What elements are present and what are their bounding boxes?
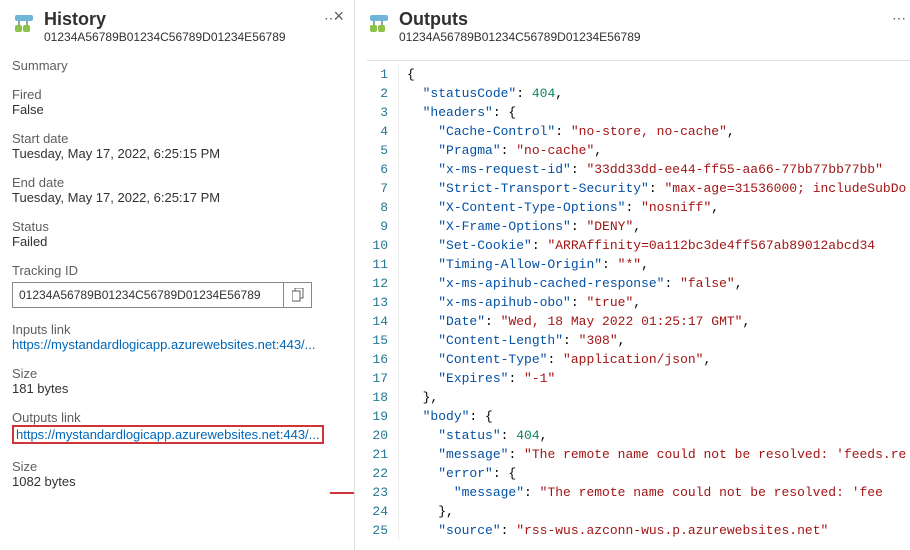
json-line: 16 "Content-Type": "application/json",	[367, 350, 910, 369]
json-line: 3 "headers": {	[367, 103, 910, 122]
line-number: 14	[367, 312, 399, 331]
line-number: 13	[367, 293, 399, 312]
line-number: 22	[367, 464, 399, 483]
line-number: 23	[367, 483, 399, 502]
line-number: 1	[367, 65, 399, 84]
json-line: 24 },	[367, 502, 910, 521]
outputs-link[interactable]: https://mystandardlogicapp.azurewebsites…	[16, 427, 320, 442]
outputs-size-value: 1082 bytes	[12, 474, 342, 489]
line-number: 19	[367, 407, 399, 426]
json-line: 22 "error": {	[367, 464, 910, 483]
json-line: 13 "x-ms-apihub-obo": "true",	[367, 293, 910, 312]
line-number: 2	[367, 84, 399, 103]
outputs-size-label: Size	[12, 459, 342, 474]
close-icon[interactable]: ×	[333, 6, 344, 27]
fired-label: Fired	[12, 87, 342, 102]
tracking-id-field	[12, 282, 312, 308]
inputs-size-value: 181 bytes	[12, 381, 342, 396]
tracking-id-label: Tracking ID	[12, 263, 342, 278]
outputs-link-label: Outputs link	[12, 410, 342, 425]
line-number: 20	[367, 426, 399, 445]
outputs-pane: Outputs 01234A56789B01234C56789D01234E56…	[355, 0, 910, 550]
history-title: History	[44, 8, 312, 30]
inputs-link[interactable]: https://mystandardlogicapp.azurewebsites…	[12, 337, 342, 352]
line-number: 25	[367, 521, 399, 540]
json-line: 7 "Strict-Transport-Security": "max-age=…	[367, 179, 910, 198]
line-number: 11	[367, 255, 399, 274]
line-number: 4	[367, 122, 399, 141]
line-number: 6	[367, 160, 399, 179]
json-line: 8 "X-Content-Type-Options": "nosniff",	[367, 198, 910, 217]
json-line: 15 "Content-Length": "308",	[367, 331, 910, 350]
json-line: 1{	[367, 65, 910, 84]
summary-label: Summary	[12, 58, 342, 73]
inputs-size-label: Size	[12, 366, 342, 381]
outputs-title: Outputs	[399, 8, 880, 30]
json-line: 6 "x-ms-request-id": "33dd33dd-ee44-ff55…	[367, 160, 910, 179]
annotation-arrow-icon	[330, 486, 355, 500]
json-line: 5 "Pragma": "no-cache",	[367, 141, 910, 160]
line-number: 17	[367, 369, 399, 388]
line-number: 16	[367, 350, 399, 369]
line-number: 10	[367, 236, 399, 255]
json-line: 2 "statusCode": 404,	[367, 84, 910, 103]
copy-icon[interactable]	[283, 283, 311, 307]
json-line: 9 "X-Frame-Options": "DENY",	[367, 217, 910, 236]
start-date-label: Start date	[12, 131, 342, 146]
json-viewer[interactable]: 1{2 "statusCode": 404,3 "headers": {4 "C…	[367, 60, 910, 550]
json-line: 17 "Expires": "-1"	[367, 369, 910, 388]
line-number: 21	[367, 445, 399, 464]
end-date-label: End date	[12, 175, 342, 190]
outputs-guid: 01234A56789B01234C56789D01234E56789	[399, 30, 880, 44]
line-number: 7	[367, 179, 399, 198]
history-guid: 01234A56789B01234C56789D01234E56789	[44, 30, 312, 44]
line-number: 15	[367, 331, 399, 350]
json-line: 4 "Cache-Control": "no-store, no-cache",	[367, 122, 910, 141]
json-line: 25 "source": "rss-wus.azconn-wus.p.azure…	[367, 521, 910, 540]
json-line: 14 "Date": "Wed, 18 May 2022 01:25:17 GM…	[367, 312, 910, 331]
inputs-link-label: Inputs link	[12, 322, 342, 337]
line-number: 3	[367, 103, 399, 122]
json-line: 11 "Timing-Allow-Origin": "*",	[367, 255, 910, 274]
json-line: 23 "message": "The remote name could not…	[367, 483, 910, 502]
tracking-id-input[interactable]	[13, 288, 283, 302]
line-number: 5	[367, 141, 399, 160]
json-line: 10 "Set-Cookie": "ARRAffinity=0a112bc3de…	[367, 236, 910, 255]
workflow-icon	[12, 12, 36, 36]
line-number: 24	[367, 502, 399, 521]
line-number: 9	[367, 217, 399, 236]
workflow-icon	[367, 12, 391, 36]
line-number: 12	[367, 274, 399, 293]
status-value: Failed	[12, 234, 342, 249]
line-number: 18	[367, 388, 399, 407]
json-line: 18 },	[367, 388, 910, 407]
json-line: 12 "x-ms-apihub-cached-response": "false…	[367, 274, 910, 293]
outputs-link-highlight: https://mystandardlogicapp.azurewebsites…	[12, 425, 324, 444]
json-line: 21 "message": "The remote name could not…	[367, 445, 910, 464]
json-line: 19 "body": {	[367, 407, 910, 426]
more-icon[interactable]: ⋯	[888, 8, 910, 29]
history-pane: × History 01234A56789B01234C56789D01234E…	[0, 0, 355, 550]
status-label: Status	[12, 219, 342, 234]
start-date-value: Tuesday, May 17, 2022, 6:25:15 PM	[12, 146, 342, 161]
line-number: 8	[367, 198, 399, 217]
end-date-value: Tuesday, May 17, 2022, 6:25:17 PM	[12, 190, 342, 205]
json-line: 20 "status": 404,	[367, 426, 910, 445]
fired-value: False	[12, 102, 342, 117]
